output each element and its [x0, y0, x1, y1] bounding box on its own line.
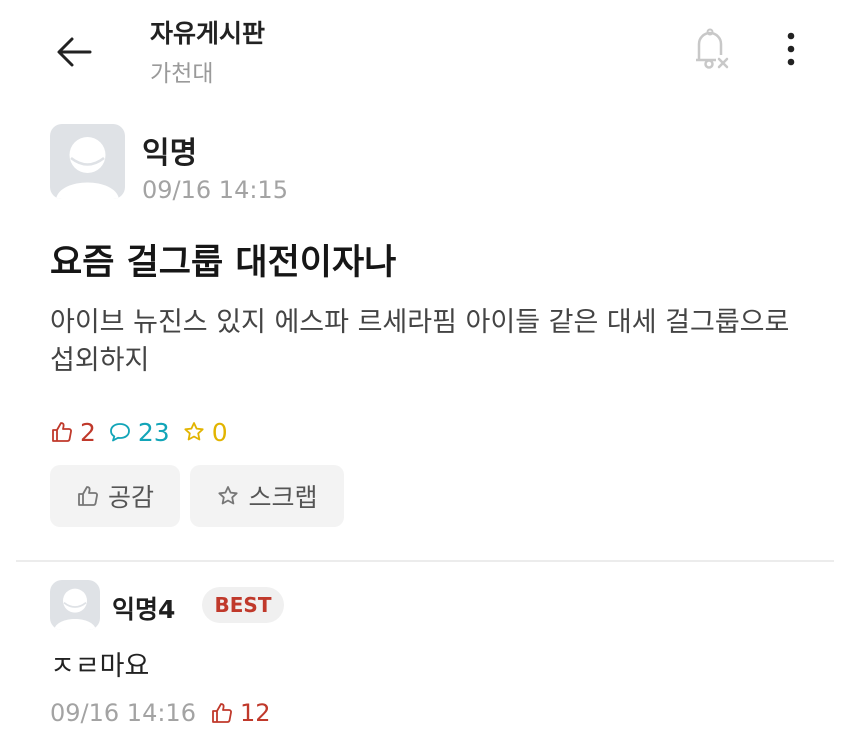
thumbs-up-icon: [78, 486, 98, 506]
back-button[interactable]: [52, 30, 96, 74]
school-name: 가천대: [150, 61, 214, 87]
comment-timestamp: 09/16 14:16: [50, 699, 196, 727]
best-badge: BEST: [202, 587, 284, 623]
post-stats: 2 23 0: [50, 416, 240, 448]
comment-author: 익명4: [112, 595, 176, 624]
thumbs-up-icon: [52, 422, 72, 442]
comment-like-count: 12: [239, 699, 271, 727]
comment-avatar: [50, 580, 100, 630]
scrap-count: 0: [182, 418, 228, 447]
scrap-button-label: 스크랩: [248, 483, 318, 512]
post-title: 요즘 걸그룹 대전이자나: [50, 243, 397, 283]
more-menu-button[interactable]: [774, 30, 808, 70]
avatar: [50, 124, 125, 199]
user-silhouette-icon: [54, 588, 96, 630]
star-icon: [184, 422, 204, 441]
scrap-count-value: 0: [211, 417, 228, 447]
notification-toggle[interactable]: [686, 26, 734, 74]
comment-like[interactable]: 12: [210, 699, 271, 727]
comment-count: 23: [108, 418, 170, 447]
like-button[interactable]: 공감: [50, 465, 180, 527]
user-silhouette-icon: [56, 137, 119, 199]
board-title: 자유게시판: [150, 19, 266, 48]
scrap-button[interactable]: 스크랩: [190, 465, 344, 527]
like-count-value: 2: [80, 417, 96, 447]
speech-bubble-icon: [110, 423, 130, 442]
post-body: 아이브 뉴진스 있지 에스파 르세라핌 아이들 같은 대세 걸그룹으로 섭외하지: [50, 307, 790, 376]
thumbs-up-icon: [212, 703, 232, 723]
comment-body: ㅈㄹ마요: [50, 651, 150, 682]
star-icon: [218, 486, 239, 505]
post-author: 익명: [142, 136, 198, 171]
like-count: 2: [50, 418, 96, 447]
divider: [16, 560, 834, 562]
arrow-left-icon: [57, 37, 92, 67]
comment-meta: 09/16 14:16 12: [50, 697, 271, 729]
bell-off-icon: [696, 28, 729, 69]
post-timestamp: 09/16 14:15: [142, 176, 288, 204]
like-button-label: 공감: [107, 483, 154, 512]
comment-count-value: 23: [137, 417, 170, 447]
more-vertical-icon: [787, 32, 795, 66]
